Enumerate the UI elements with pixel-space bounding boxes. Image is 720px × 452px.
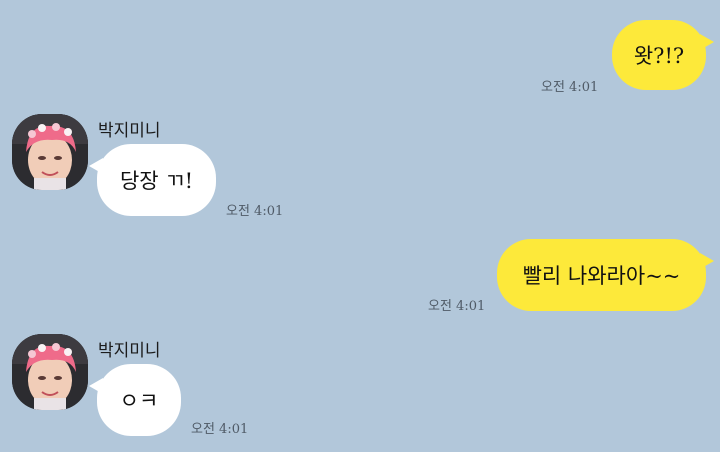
my-message-bubble[interactable]: 빨리 나와라아~~ — [497, 239, 714, 311]
their-message-bubble[interactable]: 당장 ㄲ! — [89, 144, 216, 216]
message-timestamp: 오전 4:01 — [541, 80, 599, 95]
message-timestamp: 오전 4:01 — [226, 204, 284, 219]
profile-photo-icon — [12, 114, 88, 190]
contact-avatar[interactable] — [12, 114, 88, 190]
message-text: 당장 ㄲ! — [119, 169, 194, 193]
message-timestamp: 오전 4:01 — [191, 422, 249, 437]
sender-name: 박지미니 — [98, 121, 161, 141]
their-message-bubble[interactable]: ㅇㅋ — [89, 364, 181, 436]
sender-name: 박지미니 — [98, 341, 161, 361]
contact-avatar[interactable] — [12, 334, 88, 410]
message-text: 왓?!? — [633, 44, 685, 68]
chat-screen: { "contact": { "name": "박지미니" }, "messag… — [0, 0, 720, 452]
message-text: 빨리 나와라아~~ — [522, 264, 681, 288]
message-timestamp: 오전 4:01 — [428, 299, 486, 314]
profile-photo-icon — [12, 334, 88, 410]
message-text: ㅇㅋ — [119, 389, 159, 413]
my-message-bubble[interactable]: 왓?!? — [612, 20, 714, 90]
